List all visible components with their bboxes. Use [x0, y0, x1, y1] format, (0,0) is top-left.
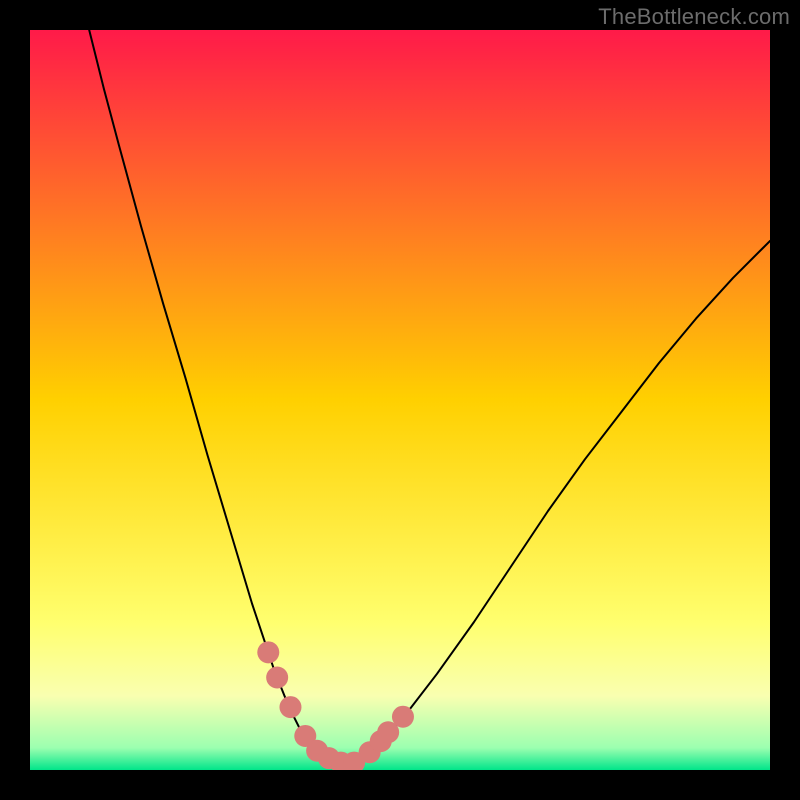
bottleneck-chart-svg — [30, 30, 770, 770]
watermark-text: TheBottleneck.com — [598, 4, 790, 30]
highlight-dot — [279, 696, 301, 718]
chart-frame: TheBottleneck.com — [0, 0, 800, 800]
highlight-dot — [266, 667, 288, 689]
highlight-dot — [392, 706, 414, 728]
plot-area — [30, 30, 770, 770]
gradient-background — [30, 30, 770, 770]
highlight-dot — [257, 641, 279, 663]
